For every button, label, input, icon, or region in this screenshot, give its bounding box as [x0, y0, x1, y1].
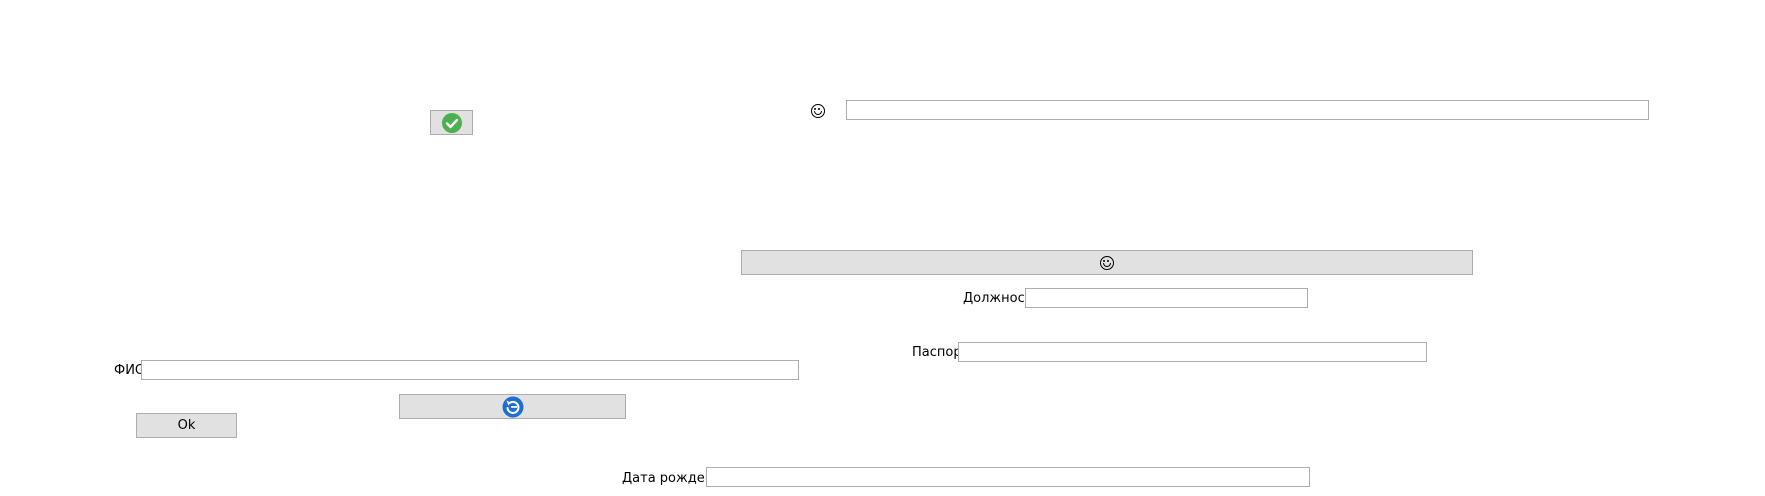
emoji-icon — [1100, 255, 1114, 270]
refresh-button[interactable] — [399, 394, 626, 419]
birth-date-input[interactable] — [706, 467, 1310, 487]
refresh-icon — [502, 396, 523, 417]
ok-button[interactable]: Ok — [136, 413, 237, 438]
top-input[interactable] — [846, 100, 1649, 120]
check-circle-icon — [441, 112, 462, 133]
passport-input[interactable] — [958, 342, 1427, 362]
position-input[interactable] — [1025, 288, 1308, 308]
fio-input[interactable] — [141, 360, 799, 380]
confirm-button[interactable] — [430, 110, 473, 135]
emoji-button[interactable] — [741, 250, 1473, 275]
emoji-icon — [811, 104, 825, 118]
